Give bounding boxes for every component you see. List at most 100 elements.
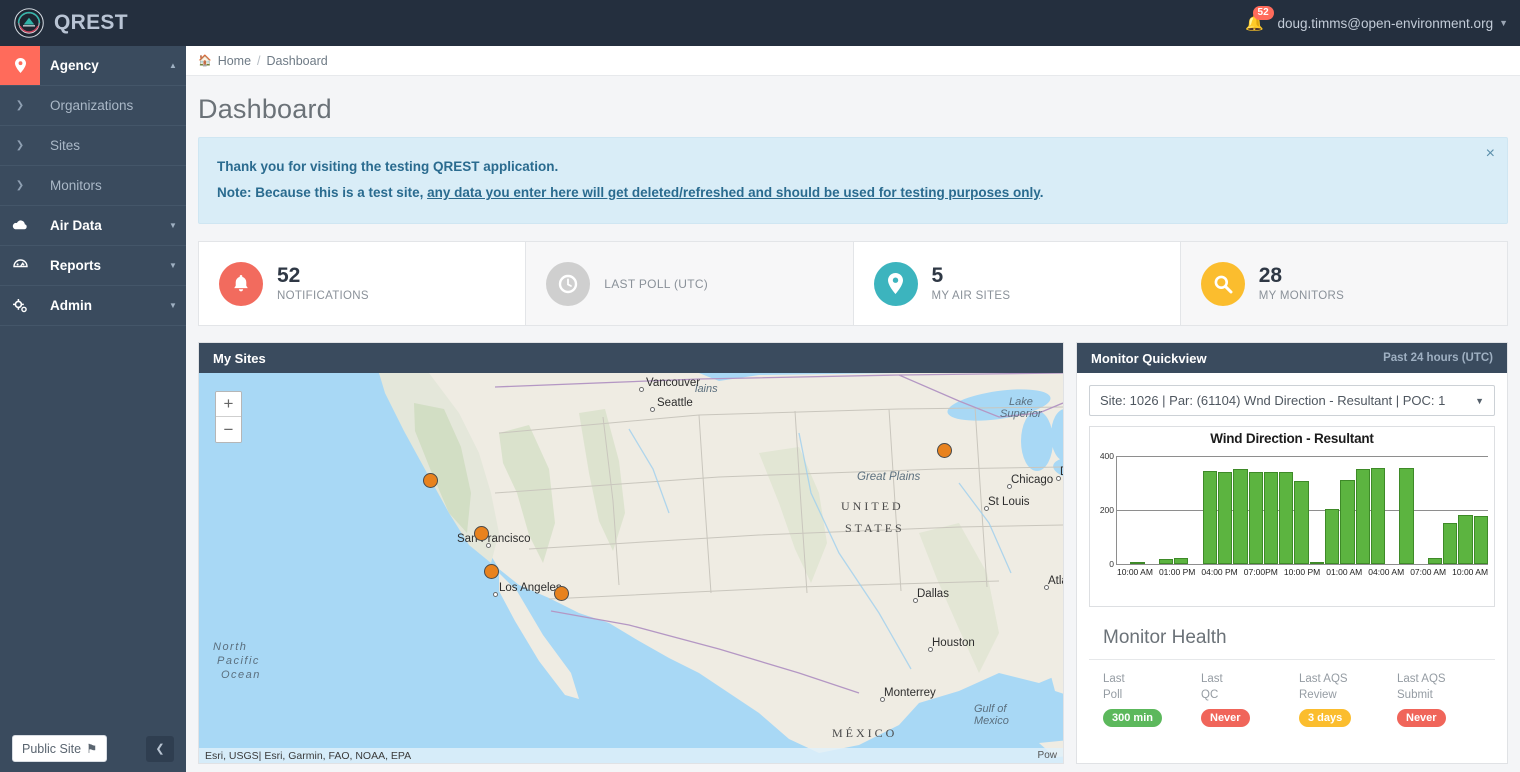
map-zoom-in-button[interactable]: + [216, 392, 241, 418]
chart-bar[interactable] [1279, 472, 1294, 565]
monitor-quickview-body: Site: 1026 | Par: (61104) Wnd Direction … [1077, 373, 1507, 741]
chart-bar[interactable] [1263, 472, 1279, 565]
chart-bar[interactable] [1309, 562, 1324, 565]
map-city-label: Vancouver [646, 377, 701, 390]
map-city-label: Seattle [657, 397, 693, 410]
monitor-health-label-line1: Last AQS [1397, 673, 1446, 686]
chart-bar[interactable] [1294, 481, 1309, 565]
chart-x-tick-labels: 10:00 AM 01:00 PM 04:00 PM 07:00PM 10:00 PM 0… [1117, 567, 1488, 577]
stat-card-label: LAST POLL (UTC) [604, 276, 709, 291]
stat-cards: 52 NOTIFICATIONS LAST POLL (UTC) 5 MY AIR SI… [198, 241, 1508, 327]
chart-y-tick-label: 200 [1099, 505, 1114, 516]
chart-bar[interactable] [1117, 563, 1129, 564]
stat-card-value: 28 [1258, 264, 1283, 288]
chart-bar[interactable] [1248, 472, 1263, 565]
chart-bar[interactable] [1189, 563, 1201, 564]
stat-card-value: 5 [931, 264, 944, 288]
sidebar-item-air-data[interactable]: Air Data ▼ [0, 206, 186, 246]
chart-bar[interactable] [1370, 468, 1386, 565]
sidebar-collapse-button[interactable]: ❮ [146, 735, 174, 762]
sidebar-item-reports[interactable]: Reports ▼ [0, 246, 186, 286]
chart-bar[interactable] [1217, 472, 1233, 565]
my-sites-panel-title: My Sites [213, 350, 266, 366]
sidebar: Agency ▲ ❯ Organizations ❯ Sites ❯ Monitors Air … [0, 46, 186, 772]
map-city-label: San Francisco [457, 533, 531, 546]
map-geo-label: Mexico [974, 715, 1009, 728]
chart-x-tick-label: 04:00 AM [1368, 567, 1405, 578]
notifications-button[interactable]: 🔔 52 [1240, 6, 1274, 38]
chart-title: Wind Direction - Resultant [1210, 431, 1374, 447]
stat-card-my-monitors[interactable]: 28 MY MONITORS [1180, 242, 1507, 326]
chart-bar[interactable] [1415, 563, 1427, 564]
map-powered-by: Pow [1037, 750, 1057, 762]
top-bar: QREST 🔔 52 doug.timms@open-environment.o… [0, 0, 1520, 46]
cloud-icon [0, 206, 40, 245]
chart-bar[interactable] [1174, 558, 1189, 565]
notification-badge: 52 [1252, 6, 1274, 20]
chart-x-tick-label: 07:00PM [1243, 567, 1278, 578]
chart-x-tick-label: 10:00 AM [1452, 567, 1489, 578]
monitor-health-grid: Last Poll 300 min Last QC Never Last AQS Review… [1089, 660, 1495, 741]
stat-card-last-poll-utc[interactable]: LAST POLL (UTC) [526, 242, 854, 326]
map-geo-label: lains [695, 383, 718, 396]
sidebar-footer: Public Site ⚑ ❮ [0, 725, 186, 772]
sidebar-item-agency[interactable]: Agency ▲ [0, 46, 186, 86]
chart-bars [1117, 456, 1489, 565]
close-icon[interactable]: × [1486, 146, 1495, 162]
map-zoom-out-button[interactable]: − [216, 417, 241, 443]
chart-bar[interactable] [1324, 509, 1340, 565]
monitor-quickview-panel: Monitor Quickview Past 24 hours (UTC) Si… [1076, 342, 1508, 765]
chart-bar[interactable] [1355, 469, 1370, 565]
chart-x-tick-label: 07:00 AM [1410, 567, 1447, 578]
chart-bar[interactable] [1130, 562, 1145, 565]
sidebar-item-monitors[interactable]: ❯ Monitors [0, 166, 186, 206]
chart-bar[interactable] [1158, 559, 1174, 565]
map-zoom-controls[interactable]: + − [215, 391, 242, 444]
monitor-health-label-line2: QC [1201, 688, 1219, 701]
sidebar-item-organizations[interactable]: ❯ Organizations [0, 86, 186, 126]
map-country-label: UNITED [841, 499, 904, 514]
sidebar-item-label: Sites [50, 138, 81, 153]
public-site-button[interactable]: Public Site ⚑ [12, 735, 108, 762]
map-country-label: MÉXICO [832, 726, 898, 741]
alert-line-2-link[interactable]: any data you enter here will get deleted… [427, 185, 1040, 200]
user-menu[interactable]: doug.timms@open-environment.org ▼ [1278, 16, 1508, 31]
brand[interactable]: QREST [0, 0, 186, 46]
chart-gridline [1116, 564, 1488, 566]
sidebar-item-sites[interactable]: ❯ Sites [0, 126, 186, 166]
sites-map[interactable]: + − Vancouver Seattle San Francisco Los Ang… [199, 373, 1063, 764]
chart-y-tick-label: 0 [1109, 559, 1114, 570]
chart-bar[interactable] [1427, 558, 1443, 565]
bell-icon [219, 261, 263, 306]
sidebar-item-admin[interactable]: Admin ▼ [0, 286, 186, 326]
stat-card-my-air-sites[interactable]: 5 MY AIR SITES [854, 242, 1181, 326]
chart-bar[interactable] [1340, 480, 1355, 565]
chart-bar[interactable] [1202, 471, 1217, 565]
monitor-health-label-line2: Review [1299, 688, 1337, 701]
stat-card-value: 52 [277, 264, 301, 288]
map-city-label: Los Angeles [499, 582, 562, 595]
map-geo-label: Lake [1009, 396, 1033, 409]
chart-bar[interactable] [1443, 523, 1458, 565]
map-attribution-text: Esri, USGS| Esri, Garmin, FAO, NOAA, EPA [205, 749, 412, 762]
chart-bar[interactable] [1386, 563, 1398, 564]
chevron-up-icon: ▲ [169, 61, 177, 70]
chart-x-tick-label: 10:00 AM [1117, 567, 1153, 578]
sidebar-item-label: Air Data [50, 218, 102, 233]
map-base-graphic [199, 373, 1063, 764]
map-city-label: St Louis [988, 496, 1030, 509]
monitor-select-dropdown[interactable]: Site: 1026 | Par: (61104) Wnd Direction … [1089, 385, 1495, 417]
chart-bar[interactable] [1473, 516, 1489, 565]
map-city-label: Dallas [917, 588, 949, 601]
monitor-health-badge: Never [1397, 709, 1446, 728]
brand-title: QREST [54, 11, 128, 34]
chart-bar[interactable] [1233, 469, 1248, 565]
chart-bar[interactable] [1146, 563, 1158, 564]
chart-bar[interactable] [1458, 515, 1473, 565]
chart-x-tick-label: 04:00 PM [1201, 567, 1238, 578]
clock-icon [546, 261, 591, 306]
stat-card-notifications[interactable]: 52 NOTIFICATIONS [199, 242, 527, 326]
no-caret [160, 86, 186, 125]
chart-bar[interactable] [1399, 468, 1414, 565]
breadcrumb-home[interactable]: Home [218, 54, 251, 68]
